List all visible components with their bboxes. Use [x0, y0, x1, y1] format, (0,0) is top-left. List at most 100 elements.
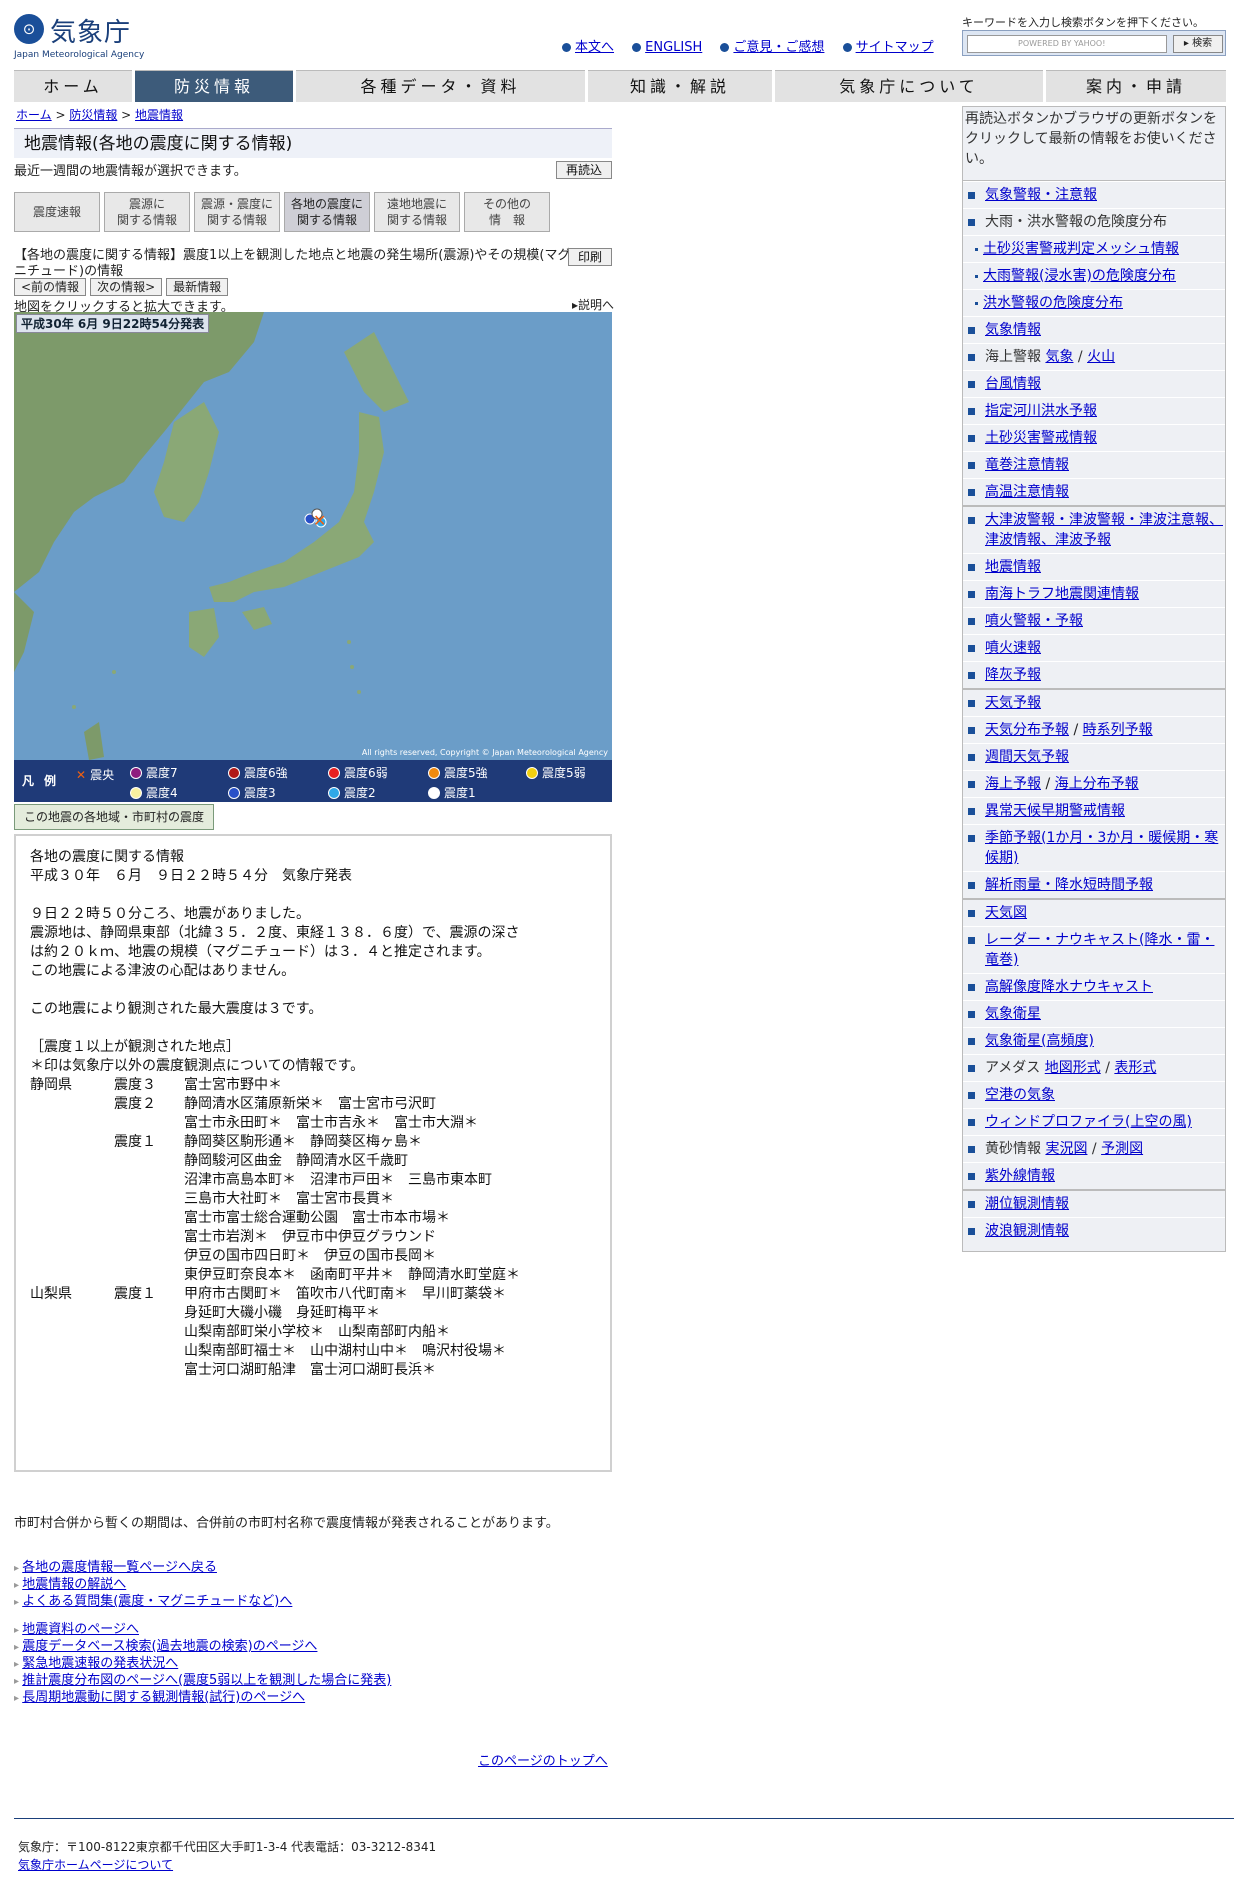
side-weather-map[interactable]: 天気図 — [963, 898, 1225, 926]
side-link[interactable]: 週間天気予報 — [985, 749, 1069, 765]
side-link[interactable]: 地震情報 — [985, 559, 1041, 575]
side-link[interactable]: 気象 — [1045, 349, 1073, 365]
side-link[interactable]: 天気分布予報 — [985, 722, 1069, 738]
link-main-text[interactable]: 本文へ — [575, 40, 614, 55]
side-radar[interactable]: レーダー・ナウキャスト(降水・雷・竜巻) — [963, 926, 1225, 973]
tab-epicenter-intensity[interactable]: 震源・震度に 関する情報 — [194, 192, 280, 232]
side-earthquake[interactable]: 地震情報 — [963, 553, 1225, 580]
side-early-warning[interactable]: 異常天候早期警戒情報 — [963, 797, 1225, 824]
nav-guide[interactable]: 案内・申請 — [1046, 70, 1226, 102]
side-link[interactable]: 予測図 — [1101, 1141, 1143, 1157]
side-high-temp[interactable]: 高温注意情報 — [963, 478, 1225, 505]
side-link[interactable]: 高解像度降水ナウキャスト — [985, 979, 1153, 995]
side-nankai[interactable]: 南海トラフ地震関連情報 — [963, 580, 1225, 607]
breadcrumb-quake[interactable]: 地震情報 — [135, 108, 183, 122]
side-link[interactable]: 地図形式 — [1045, 1060, 1101, 1076]
side-satellite-hf[interactable]: 気象衛星(高頻度) — [963, 1027, 1225, 1054]
side-tide[interactable]: 潮位観測情報 — [963, 1189, 1225, 1217]
side-weather-info[interactable]: 気象情報 — [963, 316, 1225, 343]
side-link[interactable]: 指定河川洪水予報 — [985, 403, 1097, 419]
side-link[interactable]: 解析雨量・降水短時間予報 — [985, 877, 1153, 893]
link-english[interactable]: ENGLISH — [645, 40, 702, 55]
side-tsunami[interactable]: 大津波警報・津波警報・津波注意報、津波情報、津波予報 — [963, 505, 1225, 553]
side-link[interactable]: 洪水警報の危険度分布 — [983, 295, 1123, 311]
jma-logo[interactable]: ⊙ 気象庁 Japan Meteorological Agency — [14, 12, 144, 62]
nav-disaster-info[interactable]: 防災情報 — [135, 70, 293, 102]
tab-other-info[interactable]: その他の情 報 — [464, 192, 550, 232]
side-warning[interactable]: 気象警報・注意報 — [963, 181, 1225, 208]
print-button[interactable]: 印刷 — [568, 248, 612, 266]
side-wave[interactable]: 波浪観測情報 — [963, 1217, 1225, 1244]
search-input[interactable]: POWERED BY YAHOO! — [967, 35, 1167, 53]
link-estimated-intensity[interactable]: 推計震度分布図のページへ(震度5弱以上を観測した場合に発表) — [22, 1673, 391, 1688]
side-link[interactable]: 空港の気象 — [985, 1087, 1055, 1103]
latest-info-button[interactable]: 最新情報 — [166, 278, 229, 296]
side-river-flood[interactable]: 指定河川洪水予報 — [963, 397, 1225, 424]
side-link[interactable]: 南海トラフ地震関連情報 — [985, 586, 1139, 602]
nav-home[interactable]: ホーム — [14, 70, 132, 102]
side-forecast[interactable]: 天気予報 — [963, 688, 1225, 716]
tab-regional-intensity[interactable]: 各地の震度に 関する情報 — [284, 192, 370, 232]
side-link[interactable]: 天気予報 — [985, 695, 1041, 711]
side-link[interactable]: 土砂災害警戒判定メッシュ情報 — [983, 241, 1179, 257]
link-quake-explain[interactable]: 地震情報の解説へ — [22, 1577, 126, 1592]
side-wind-profiler[interactable]: ウィンドプロファイラ(上空の風) — [963, 1108, 1225, 1135]
side-link[interactable]: 時系列予報 — [1083, 722, 1153, 738]
side-heavy-rain-risk[interactable]: 大雨警報(浸水害)の危険度分布 — [963, 262, 1225, 289]
side-link[interactable]: 竜巻注意情報 — [985, 457, 1069, 473]
side-distribution-forecast[interactable]: 天気分布予報 / 時系列予報 — [963, 716, 1225, 743]
breadcrumb-home[interactable]: ホーム — [16, 108, 52, 122]
side-link[interactable]: 気象衛星 — [985, 1006, 1041, 1022]
breadcrumb-disaster[interactable]: 防災情報 — [69, 108, 117, 122]
link-intensity-list[interactable]: 各地の震度情報一覧ページへ戻る — [22, 1560, 217, 1575]
side-link[interactable]: ウィンドプロファイラ(上空の風) — [985, 1114, 1192, 1130]
side-link[interactable]: 天気図 — [985, 905, 1027, 921]
explain-link[interactable]: ▸説明へ — [572, 296, 614, 313]
link-intensity-db[interactable]: 震度データベース検索(過去地震の検索)のページへ — [22, 1639, 317, 1654]
side-analysis-rain[interactable]: 解析雨量・降水短時間予報 — [963, 871, 1225, 898]
side-sediment-mesh[interactable]: 土砂災害警戒判定メッシュ情報 — [963, 235, 1225, 262]
side-marine-forecast[interactable]: 海上予報 / 海上分布予報 — [963, 770, 1225, 797]
link-long-period[interactable]: 長周期地震動に関する観測情報(試行)のページへ — [22, 1690, 305, 1705]
side-link[interactable]: 潮位観測情報 — [985, 1196, 1069, 1212]
tab-epicenter[interactable]: 震源に 関する情報 — [104, 192, 190, 232]
footer-about-link[interactable]: 気象庁ホームページについて — [18, 1858, 173, 1872]
side-uv[interactable]: 紫外線情報 — [963, 1162, 1225, 1189]
side-link[interactable]: 噴火警報・予報 — [985, 613, 1083, 629]
side-link[interactable]: 土砂災害警戒情報 — [985, 430, 1097, 446]
side-hires-nowcast[interactable]: 高解像度降水ナウキャスト — [963, 973, 1225, 1000]
seismic-map[interactable]: ✕ 平成30年 6月 9日22時54分発表 All rights reserve… — [14, 312, 612, 802]
next-info-button[interactable]: 次の情報> — [90, 278, 163, 296]
reload-button[interactable]: 再読込 — [556, 161, 612, 179]
link-faq[interactable]: よくある質問集(震度・マグニチュードなど)へ — [22, 1594, 292, 1609]
side-link[interactable]: 台風情報 — [985, 376, 1041, 392]
nav-about[interactable]: 気象庁について — [775, 70, 1043, 102]
side-ashfall[interactable]: 降灰予報 — [963, 661, 1225, 688]
side-link[interactable]: 高温注意情報 — [985, 484, 1069, 500]
side-link[interactable]: 異常天候早期警戒情報 — [985, 803, 1125, 819]
side-link[interactable]: 火山 — [1087, 349, 1115, 365]
link-eew-status[interactable]: 緊急地震速報の発表状況へ — [22, 1656, 178, 1671]
side-seasonal[interactable]: 季節予報(1か月・3か月・暖候期・寒候期) — [963, 824, 1225, 871]
side-link[interactable]: 海上予報 — [985, 776, 1041, 792]
link-feedback[interactable]: ご意見・ご感想 — [733, 40, 824, 55]
side-link[interactable]: 気象警報・注意報 — [985, 187, 1097, 203]
side-tornado[interactable]: 竜巻注意情報 — [963, 451, 1225, 478]
side-link[interactable]: 降灰予報 — [985, 667, 1041, 683]
side-weekly[interactable]: 週間天気予報 — [963, 743, 1225, 770]
side-link[interactable]: 実況図 — [1045, 1141, 1087, 1157]
tab-distant-quake[interactable]: 遠地地震に 関する情報 — [374, 192, 460, 232]
side-link[interactable]: 海上分布予報 — [1055, 776, 1139, 792]
side-link[interactable]: 波浪観測情報 — [985, 1223, 1069, 1239]
search-button[interactable]: ▸ 検索 — [1173, 35, 1223, 53]
side-airport[interactable]: 空港の気象 — [963, 1081, 1225, 1108]
nav-data[interactable]: 各種データ・資料 — [296, 70, 585, 102]
nav-knowledge[interactable]: 知識・解説 — [588, 70, 772, 102]
side-link[interactable]: 表形式 — [1114, 1060, 1156, 1076]
side-link[interactable]: 気象情報 — [985, 322, 1041, 338]
side-eruption[interactable]: 噴火速報 — [963, 634, 1225, 661]
link-quake-materials[interactable]: 地震資料のページへ — [22, 1622, 139, 1637]
side-satellite[interactable]: 気象衛星 — [963, 1000, 1225, 1027]
prev-info-button[interactable]: <前の情報 — [14, 278, 87, 296]
tab-shindo-sokuhou[interactable]: 震度速報 — [14, 192, 100, 232]
